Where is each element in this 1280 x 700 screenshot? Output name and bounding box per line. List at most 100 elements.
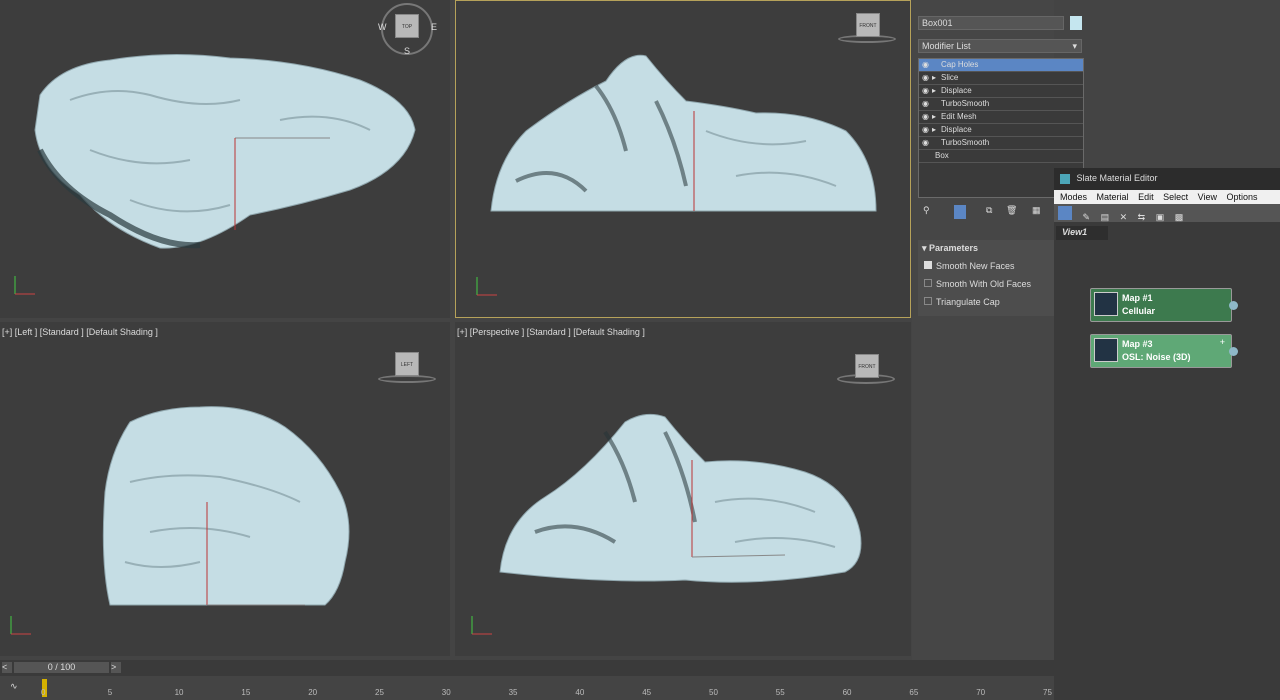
eye-icon[interactable]: ◉ <box>922 112 929 121</box>
output-socket[interactable] <box>1229 301 1238 310</box>
pin-icon[interactable]: ⚲ <box>923 205 930 216</box>
viewcube[interactable]: LEFT <box>395 352 419 376</box>
timeline-tick-label: 70 <box>976 688 986 697</box>
viewcube[interactable]: FRONT <box>855 354 879 378</box>
viewport-left[interactable]: [+] [Left ] [Standard ] [Default Shading… <box>0 322 450 656</box>
node-preview-icon <box>1094 292 1118 316</box>
object-color-swatch[interactable] <box>1070 16 1082 30</box>
timeline-tick-label: 40 <box>575 688 585 697</box>
axis-gizmo-icon <box>471 616 492 635</box>
tab-view1[interactable]: View1 <box>1056 226 1108 240</box>
slate-material-editor: Slate Material Editor Modes Material Edi… <box>1054 168 1280 700</box>
timeline-tick-label: 55 <box>775 688 785 697</box>
timeline-tick-label: 5 <box>107 688 113 697</box>
menu-select[interactable]: Select <box>1163 192 1188 202</box>
viewport-perspective[interactable]: [+] [Perspective ] [Standard ] [Default … <box>455 322 911 656</box>
node-subtitle: Cellular <box>1122 306 1156 316</box>
expand-icon[interactable]: ▸ <box>932 73 936 82</box>
eye-icon[interactable]: ◉ <box>922 73 929 82</box>
command-panel: Box001 Modifier List ▾ ◉ Cap Holes ◉ ▸ Slic… <box>912 0 1084 700</box>
checkbox-checked[interactable] <box>924 261 932 269</box>
menu-view[interactable]: View <box>1198 192 1217 202</box>
time-slider[interactable]: < 0 / 100 > <box>0 660 1054 676</box>
modifier-list-dropdown[interactable]: Modifier List ▾ <box>918 39 1082 53</box>
viewcube[interactable]: TOP <box>395 14 419 38</box>
sme-menubar: Modes Material Edit Select View Options <box>1054 190 1280 204</box>
node-title: Map #1 <box>1122 293 1153 303</box>
menu-options[interactable]: Options <box>1227 192 1258 202</box>
eye-icon[interactable]: ◉ <box>922 60 929 69</box>
axis-gizmo-icon <box>476 277 497 296</box>
expand-icon[interactable]: ▸ <box>932 112 936 121</box>
plus-icon[interactable]: + <box>1220 337 1225 347</box>
show-end-result-icon[interactable] <box>954 205 966 219</box>
axis-gizmo-icon <box>14 276 35 295</box>
stack-item[interactable]: ◉ ▸ Slice <box>919 72 1083 85</box>
track-bar[interactable]: ∿ <box>0 676 1054 700</box>
rock-mesh-top <box>34 53 416 249</box>
modifier-list-label: Modifier List <box>922 41 971 51</box>
delete-icon[interactable]: ✕ <box>1120 212 1128 222</box>
prev-frame-button[interactable]: < <box>2 662 12 673</box>
timeline-tick-label: 10 <box>174 688 184 697</box>
expand-icon[interactable]: ▸ <box>932 125 936 134</box>
next-frame-button[interactable]: > <box>111 662 121 673</box>
node-map3[interactable]: Map #3 OSL: Noise (3D) + <box>1090 334 1238 368</box>
parameters-title: Parameters <box>929 243 979 253</box>
curve-editor-icon[interactable]: ∿ <box>10 681 18 692</box>
timeline-tick-label: 60 <box>842 688 852 697</box>
menu-edit[interactable]: Edit <box>1138 192 1154 202</box>
stack-item[interactable]: ◉ TurboSmooth <box>919 137 1083 150</box>
trash-icon[interactable]: 🗑 <box>1006 205 1017 216</box>
sme-title: Slate Material Editor <box>1076 173 1158 183</box>
select-tool-icon[interactable] <box>1058 206 1072 220</box>
timeline-tick-label: 75 <box>1043 688 1052 697</box>
rock-mesh-front <box>490 54 877 212</box>
eyedropper-icon[interactable]: ✎ <box>1083 212 1091 222</box>
checkbox-empty[interactable] <box>924 297 932 305</box>
menu-material[interactable]: Material <box>1097 192 1129 202</box>
timeline-tick-label: 65 <box>909 688 919 697</box>
node-title: Map #3 <box>1122 339 1153 349</box>
timeline-tick-label: 20 <box>308 688 318 697</box>
stack-item[interactable]: ◉ Cap Holes <box>919 59 1083 72</box>
chevron-down-icon: ▾ <box>1072 41 1077 51</box>
checkbox-empty[interactable] <box>924 279 932 287</box>
configure-icon[interactable]: ▦ <box>1032 205 1041 216</box>
rock-mesh-left <box>102 406 350 606</box>
node-subtitle: OSL: Noise (3D) <box>1122 352 1191 362</box>
move-children-icon[interactable]: ⇆ <box>1138 212 1146 222</box>
menu-modes[interactable]: Modes <box>1060 192 1087 202</box>
sme-titlebar[interactable]: Slate Material Editor <box>1054 168 1280 190</box>
timeline-tick-label: 35 <box>508 688 518 697</box>
compass-south: S <box>404 46 411 56</box>
frame-indicator[interactable]: 0 / 100 <box>14 662 109 673</box>
show-map-icon[interactable]: ▣ <box>1156 212 1165 222</box>
timeline-tick-label: 15 <box>241 688 251 697</box>
stack-item[interactable]: ◉ ▸ Edit Mesh <box>919 111 1083 124</box>
background-icon[interactable]: ▩ <box>1175 212 1184 222</box>
output-socket[interactable] <box>1229 347 1238 356</box>
viewport-front[interactable]: FRONT <box>455 0 911 318</box>
stack-item[interactable]: ◉ ▸ Displace <box>919 85 1083 98</box>
timeline-tick-label: 30 <box>441 688 451 697</box>
sme-toolbar: ✎ ▤ ✕ ⇆ ▣ ▩ <box>1054 204 1280 222</box>
expand-icon[interactable]: ▸ <box>932 86 936 95</box>
eye-icon[interactable]: ◉ <box>922 125 929 134</box>
object-name-field[interactable]: Box001 <box>918 16 1064 30</box>
node-map1[interactable]: Map #1 Cellular <box>1090 288 1238 322</box>
compass-east: E <box>431 22 438 32</box>
stack-item[interactable]: Box <box>919 150 1083 163</box>
make-unique-icon[interactable]: ⧉ <box>986 205 992 216</box>
eye-icon[interactable]: ◉ <box>922 86 929 95</box>
eye-icon[interactable]: ◉ <box>922 99 929 108</box>
timeline-tick-label: 0 <box>41 688 46 697</box>
timeline-tick-label: 50 <box>709 688 718 697</box>
viewcube[interactable]: FRONT <box>856 13 880 37</box>
stack-item[interactable]: ◉ TurboSmooth <box>919 98 1083 111</box>
timeline-tick-label: 45 <box>642 688 652 697</box>
viewport-top[interactable]: TOP W E S <box>0 0 450 318</box>
layout-icon[interactable]: ▤ <box>1101 212 1110 222</box>
stack-item[interactable]: ◉ ▸ Displace <box>919 124 1083 137</box>
eye-icon[interactable]: ◉ <box>922 138 929 147</box>
